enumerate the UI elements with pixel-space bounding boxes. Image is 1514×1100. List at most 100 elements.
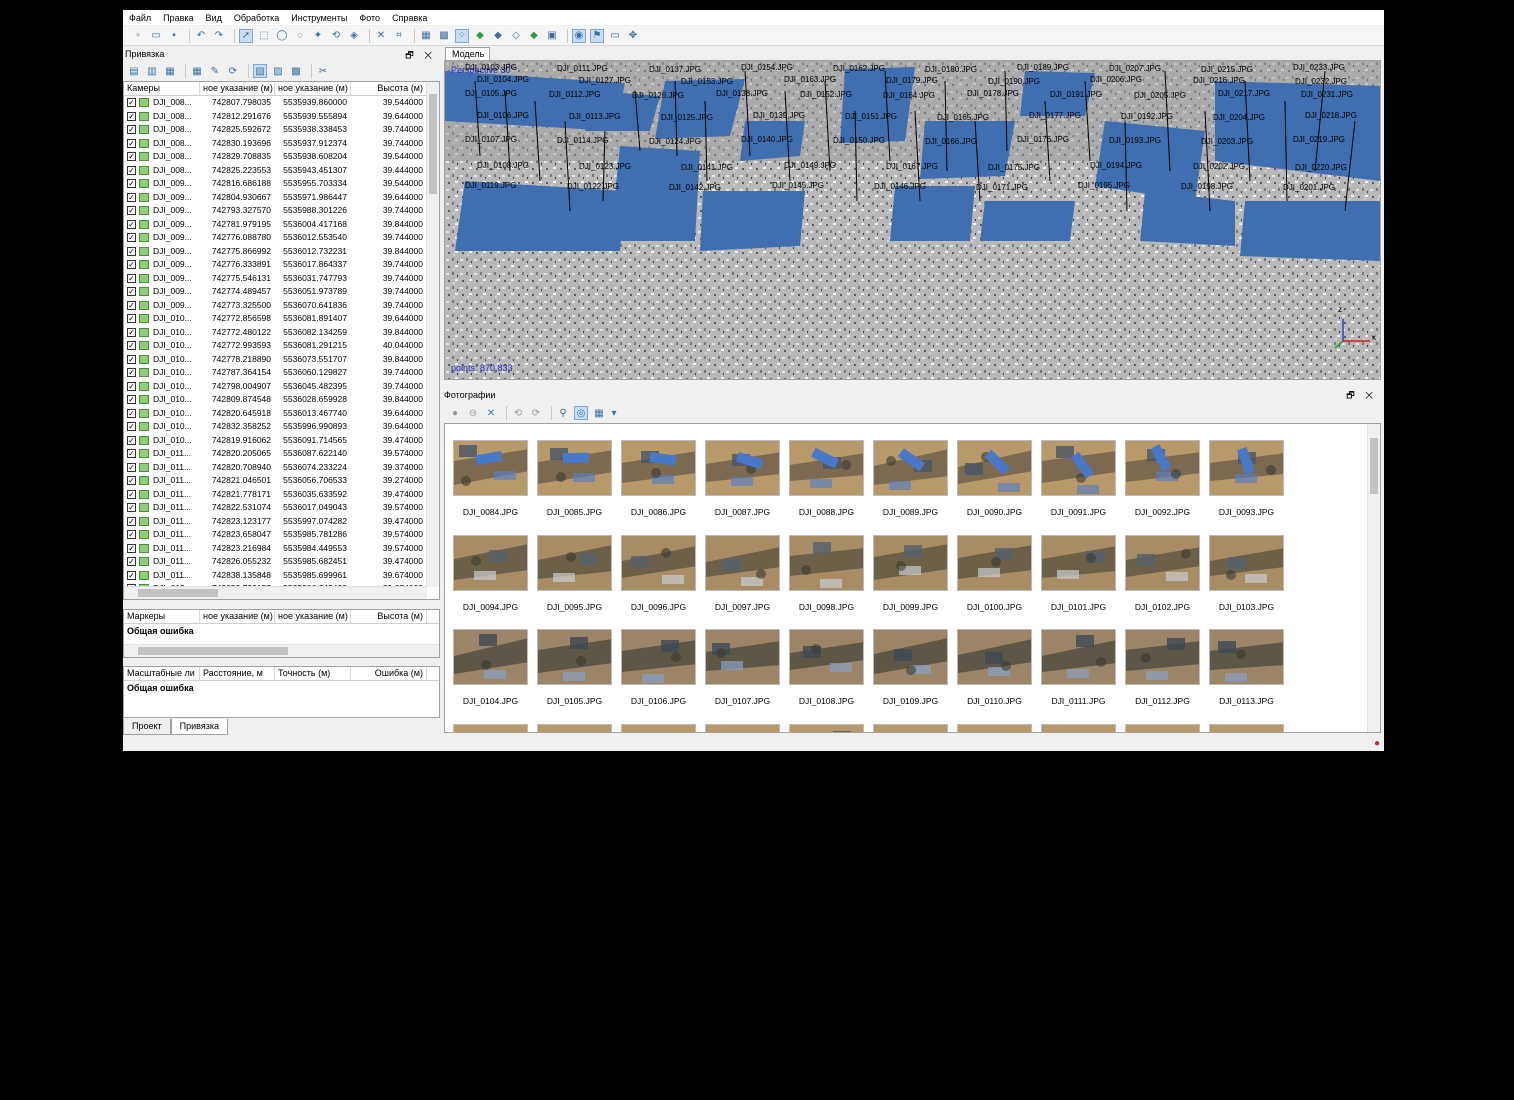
camera-enabled-checkbox[interactable]: ✓ <box>127 368 136 378</box>
camera-label[interactable]: DJI_0205.JPG <box>1134 91 1186 100</box>
camera-altitude[interactable]: 39.744000 <box>351 231 427 245</box>
transform-icon[interactable]: ⟲ <box>329 29 343 43</box>
photos-window-controls[interactable]: 🗗 ✕ <box>1346 388 1377 402</box>
camera-label[interactable]: DJI_0167.JPG <box>886 162 938 171</box>
table-row[interactable]: ✓ DJI_010... 742772.856598 5536081.891407 39… <box>124 312 439 326</box>
camera-y[interactable]: 5535938.608204 <box>275 150 351 164</box>
camera-altitude[interactable]: 40.044000 <box>351 339 427 353</box>
table-row[interactable]: ✓ DJI_011... 742826.055232 5535985.682451 39… <box>124 555 439 569</box>
camera-label[interactable]: DJI_0190.JPG <box>988 77 1040 86</box>
camera-label[interactable]: DJI_0126.JPG <box>632 91 684 100</box>
camera-label[interactable]: DJI_0124.JPG <box>649 137 701 146</box>
cameras-horizontal-scrollbar[interactable] <box>124 586 427 599</box>
camera-y[interactable]: 5536074.233224 <box>275 461 351 475</box>
camera-altitude[interactable]: 39.474000 <box>351 488 427 502</box>
table-row[interactable]: ✓ DJI_008... 742825.223553 5535943.451307 39… <box>124 164 439 178</box>
photo-image[interactable] <box>1125 629 1200 685</box>
menu-item-6[interactable]: Справка <box>392 13 427 23</box>
camera-label[interactable]: DJI_0218.JPG <box>1305 111 1357 120</box>
photo-thumbnail[interactable]: DJI_0110.JPG <box>957 629 1041 724</box>
photo-thumbnail[interactable] <box>1041 723 1125 732</box>
camera-x[interactable]: 742773.325500 <box>200 299 275 313</box>
camera-altitude[interactable]: 39.644000 <box>351 420 427 434</box>
photo-thumbnail[interactable]: DJI_0104.JPG <box>453 629 537 724</box>
camera-enabled-checkbox[interactable]: ✓ <box>127 98 136 108</box>
table-row[interactable]: ✓ DJI_009... 742793.327570 5535988.301226 39… <box>124 204 439 218</box>
photo-thumbnail[interactable]: DJI_0111.JPG <box>1041 629 1125 724</box>
camera-enabled-checkbox[interactable]: ✓ <box>127 314 136 324</box>
model-viewport[interactable]: Perspective 30° DJI_0103.JPG DJI_0111.JPG… <box>444 60 1381 380</box>
binoculars-icon[interactable]: ⚲ <box>556 406 570 420</box>
enable-icon[interactable]: ● <box>448 406 462 420</box>
photo-image[interactable] <box>873 629 948 685</box>
camera-label[interactable]: DJI_0162.JPG <box>833 64 885 73</box>
camera-y[interactable]: 5536031.747793 <box>275 272 351 286</box>
camera-x[interactable]: 742830.193696 <box>200 137 275 151</box>
photo-thumbnail[interactable] <box>1125 723 1209 732</box>
table-row[interactable]: ✓ DJI_009... 742776.333891 5536017.864337 39… <box>124 258 439 272</box>
camera-altitude[interactable]: 39.744000 <box>351 299 427 313</box>
table-row[interactable]: ✓ DJI_011... 742821.778171 5536035.633592 39… <box>124 488 439 502</box>
camera-enabled-checkbox[interactable]: ✓ <box>127 260 136 270</box>
camera-altitude[interactable]: 39.574000 <box>351 447 427 461</box>
camera-altitude[interactable]: 39.744000 <box>351 272 427 286</box>
camera-enabled-checkbox[interactable]: ✓ <box>127 395 136 405</box>
camera-label[interactable]: DJI_0191.JPG <box>1050 90 1102 99</box>
open-icon[interactable]: ▭ <box>149 29 163 43</box>
camera-altitude[interactable]: 39.544000 <box>351 177 427 191</box>
camera-x[interactable]: 742825.223553 <box>200 164 275 178</box>
camera-enabled-checkbox[interactable]: ✓ <box>127 341 136 351</box>
table-row[interactable]: ✓ DJI_010... 742832.358252 5535996.990893 39… <box>124 420 439 434</box>
camera-x[interactable]: 742807.798035 <box>200 96 275 110</box>
camera-y[interactable]: 5536056.706533 <box>275 474 351 488</box>
photo-thumbnail[interactable] <box>705 723 789 732</box>
photo-thumbnail[interactable]: DJI_0112.JPG <box>1125 629 1209 724</box>
camera-x[interactable]: 742772.856598 <box>200 312 275 326</box>
camera-altitude[interactable]: 39.274000 <box>351 474 427 488</box>
camera-label[interactable]: DJI_0219.JPG <box>1293 135 1345 144</box>
show-region-icon[interactable]: ▭ <box>608 29 622 43</box>
table-row[interactable]: ✓ DJI_011... 742823.216984 5535984.449553 39… <box>124 542 439 556</box>
camera-x[interactable]: 742781.979195 <box>200 218 275 232</box>
camera-label[interactable]: DJI_0114.JPG <box>557 136 608 145</box>
navigate-icon[interactable]: ✦ <box>311 29 325 43</box>
camera-altitude[interactable]: 39.844000 <box>351 245 427 259</box>
camera-x[interactable]: 742812.291676 <box>200 110 275 124</box>
camera-label[interactable]: DJI_0206.JPG <box>1090 75 1142 84</box>
table-row[interactable]: ✓ DJI_009... 742776.088780 5536012.553540 39… <box>124 231 439 245</box>
camera-x[interactable]: 742775.866992 <box>200 245 275 259</box>
camera-label[interactable]: DJI_0198.JPG <box>1181 182 1233 191</box>
camera-x[interactable]: 742793.327570 <box>200 204 275 218</box>
camera-y[interactable]: 5536087.622140 <box>275 447 351 461</box>
camera-altitude[interactable]: 39.644000 <box>351 312 427 326</box>
camera-y[interactable]: 5536060.129827 <box>275 366 351 380</box>
table-row[interactable]: ✓ DJI_009... 742773.325500 5536070.641836 39… <box>124 299 439 313</box>
camera-altitude[interactable]: 39.844000 <box>351 353 427 367</box>
camera-y[interactable]: 5535939.555894 <box>275 110 351 124</box>
photo-image[interactable] <box>453 629 528 685</box>
camera-enabled-checkbox[interactable]: ✓ <box>127 152 136 162</box>
camera-enabled-checkbox[interactable]: ✓ <box>127 489 136 499</box>
photo-image[interactable] <box>873 534 948 591</box>
photo-thumbnail[interactable] <box>621 723 705 732</box>
photo-thumbnail[interactable]: DJI_0113.JPG <box>1209 629 1293 724</box>
camera-enabled-checkbox[interactable]: ✓ <box>127 165 136 175</box>
camera-x[interactable]: 742787.364154 <box>200 366 275 380</box>
camera-x[interactable]: 742838.135848 <box>200 569 275 583</box>
photo-image[interactable] <box>1125 534 1200 591</box>
camera-label[interactable]: DJI_0164.JPG <box>883 91 935 100</box>
column-header[interactable]: ное указание (м) <box>200 82 275 95</box>
camera-label[interactable]: DJI_0125.JPG <box>661 113 713 122</box>
shaded-icon[interactable]: ◆ <box>473 29 487 43</box>
camera-label[interactable]: DJI_0166.JPG <box>925 137 977 146</box>
camera-label[interactable]: DJI_0146.JPG <box>874 182 926 191</box>
new-project-icon[interactable]: ▫ <box>131 29 145 43</box>
column-header[interactable]: Камеры <box>124 82 200 95</box>
camera-label[interactable]: DJI_0104.JPG <box>477 75 529 84</box>
photo-thumbnail[interactable]: DJI_0103.JPG <box>1209 534 1293 630</box>
camera-label[interactable]: DJI_0178.JPG <box>967 89 1019 98</box>
markers-horizontal-scrollbar[interactable] <box>124 644 439 657</box>
camera-label[interactable]: DJI_0112.JPG <box>549 90 600 99</box>
camera-label[interactable]: DJI_0137.JPG <box>649 65 701 74</box>
view-mode-dropdown-icon[interactable]: ▾ <box>610 406 618 420</box>
